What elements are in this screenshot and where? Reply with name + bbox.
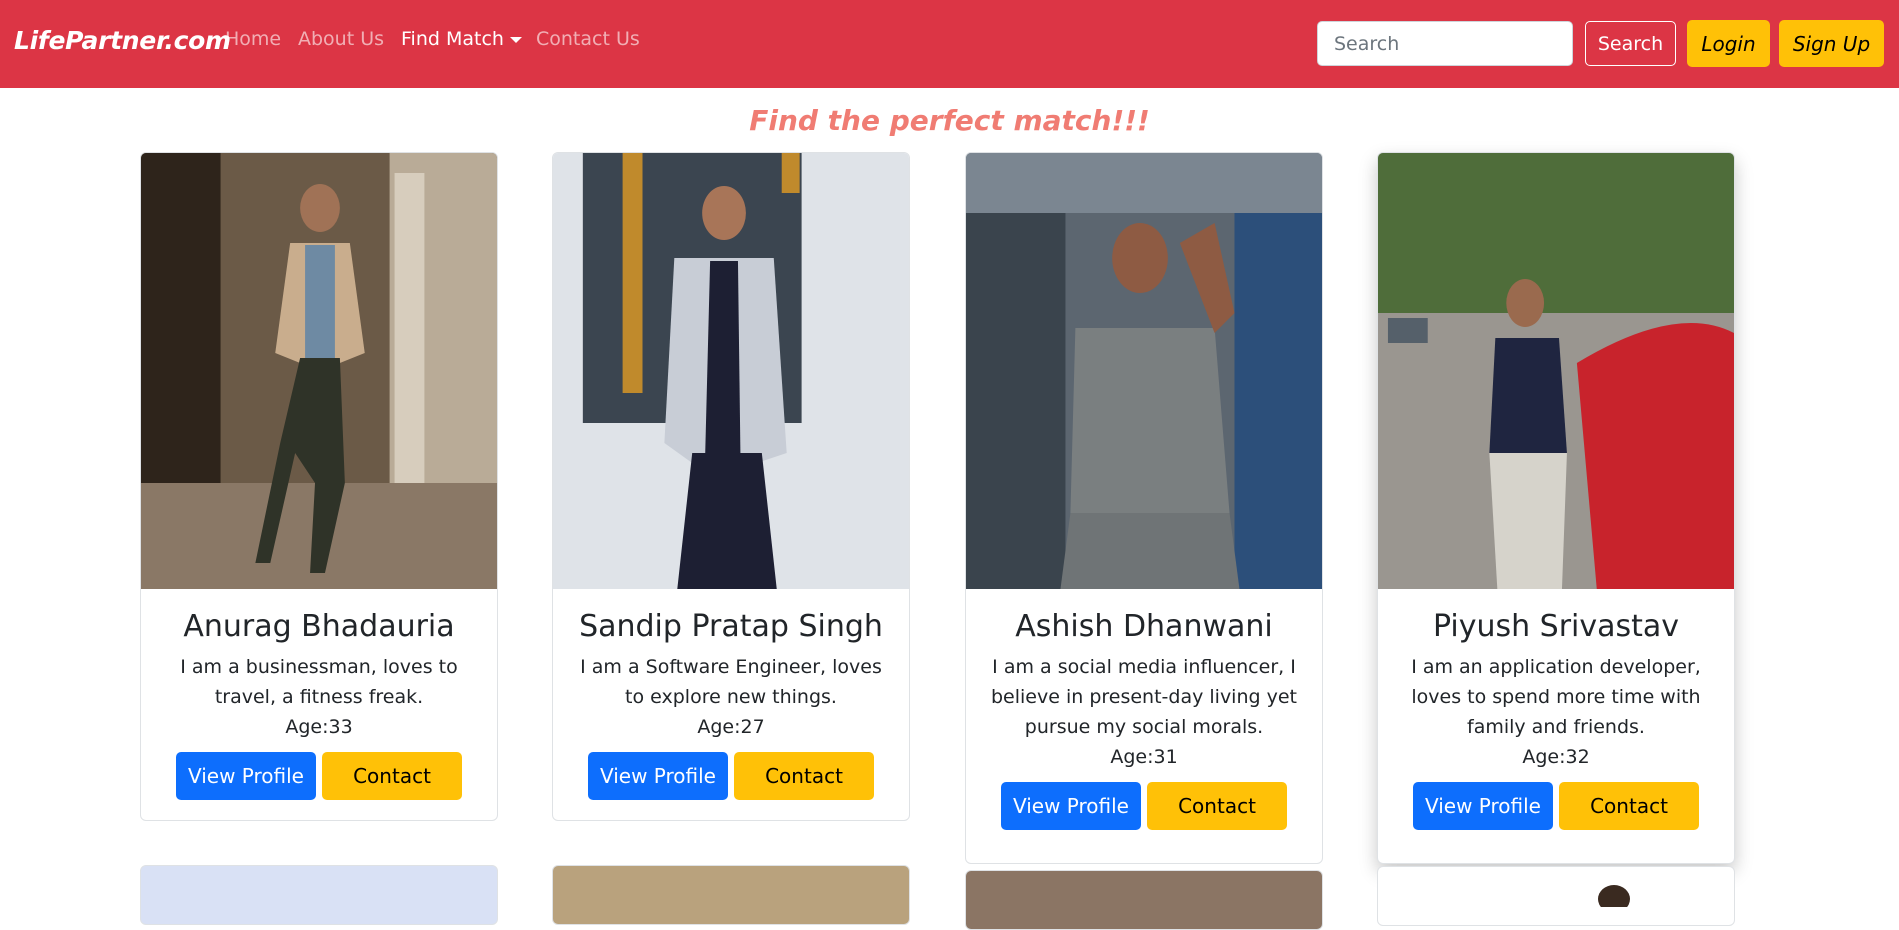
profile-photo[interactable] [966, 153, 1322, 589]
nav-home[interactable]: Home [225, 28, 281, 50]
profile-age: Age:32 [1522, 746, 1590, 768]
profile-bio: I am a businessman, loves to travel, a f… [180, 656, 458, 708]
contact-button[interactable]: Contact [322, 752, 462, 800]
search-input[interactable] [1317, 21, 1573, 66]
login-button[interactable]: Login [1687, 20, 1770, 67]
profile-card-partial [965, 870, 1323, 930]
navbar: LifePartner.com Home About Us Find Match… [0, 0, 1899, 88]
profile-photo[interactable] [1378, 153, 1734, 589]
view-profile-button[interactable]: View Profile [588, 752, 728, 800]
profile-photo [1598, 885, 1630, 913]
nav-contact-us[interactable]: Contact Us [536, 28, 640, 50]
view-profile-button[interactable]: View Profile [176, 752, 316, 800]
profile-photo[interactable] [553, 153, 909, 589]
profile-bio: I am a social media influencer, I believ… [990, 656, 1297, 738]
page-tagline: Find the perfect match!!! [749, 104, 1150, 137]
profile-card: Ashish Dhanwani I am a social media infl… [965, 152, 1323, 864]
profile-card-partial [1377, 866, 1735, 926]
profile-name: Piyush Srivastav [1432, 609, 1680, 644]
brand-logo[interactable]: LifePartner.com [14, 26, 231, 55]
profile-photo[interactable] [141, 153, 497, 589]
profile-card-partial [552, 865, 910, 925]
profile-name: Anurag Bhadauria [183, 609, 455, 644]
profile-bio: I am an application developer, loves to … [1411, 656, 1701, 738]
profile-age: Age:27 [697, 716, 765, 738]
contact-button[interactable]: Contact [1147, 782, 1287, 830]
view-profile-button[interactable]: View Profile [1001, 782, 1141, 830]
search-button[interactable]: Search [1585, 21, 1676, 66]
contact-button[interactable]: Contact [734, 752, 874, 800]
profile-name: Ashish Dhanwani [1015, 609, 1273, 644]
profile-name: Sandip Pratap Singh [579, 609, 883, 644]
chevron-down-icon [509, 36, 522, 43]
view-profile-button[interactable]: View Profile [1413, 782, 1553, 830]
profile-bio: I am a Software Engineer, loves to explo… [580, 656, 882, 708]
profile-age: Age:33 [285, 716, 353, 738]
nav-find-match[interactable]: Find Match [401, 28, 522, 50]
nav-about-us[interactable]: About Us [298, 28, 384, 50]
profile-card: Sandip Pratap Singh I am a Software Engi… [552, 152, 910, 821]
nav-find-match-label: Find Match [401, 28, 504, 50]
profile-card: Piyush Srivastav I am an application dev… [1377, 152, 1735, 864]
profile-age: Age:31 [1110, 746, 1178, 768]
profile-card-partial [140, 865, 498, 925]
signup-button[interactable]: Sign Up [1779, 20, 1884, 67]
contact-button[interactable]: Contact [1559, 782, 1699, 830]
profile-card: Anurag Bhadauria I am a businessman, lov… [140, 152, 498, 821]
